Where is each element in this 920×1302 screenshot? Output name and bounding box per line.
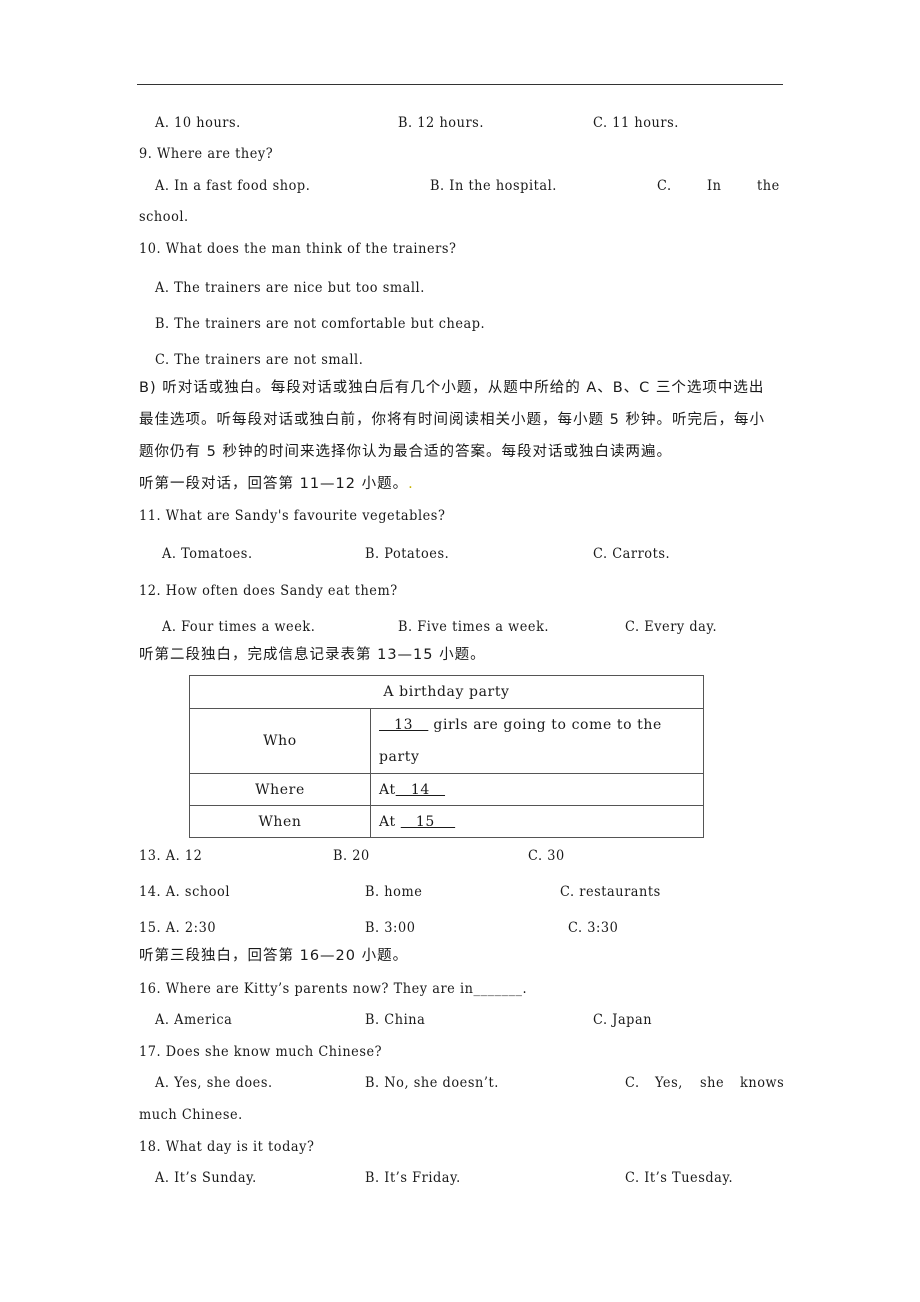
q9-option-c-word: In	[707, 178, 722, 194]
q12-option-a: A. Four times a week.	[162, 619, 316, 635]
q18-option-b: B. It’s Friday.	[365, 1170, 461, 1186]
section-b-instruction-line2: 最佳选项。听每段对话或独白前，你将有时间阅读相关小题，每小题 5 秒钟。听完后，…	[139, 412, 765, 428]
q17-option-c-label: C.	[625, 1075, 640, 1091]
who-text-cont: party	[379, 749, 420, 765]
q10-option-a: A. The trainers are nice but too small.	[155, 280, 425, 296]
q10-option-c: C. The trainers are not small.	[155, 352, 364, 368]
q16-option-b: B. China	[365, 1012, 426, 1028]
q9-option-c-label: C.	[657, 178, 672, 194]
q18-option-a: A. It’s Sunday.	[155, 1170, 257, 1186]
q9-question: 9. Where are they?	[139, 146, 274, 162]
q13-option-c: C. 30	[528, 848, 565, 864]
q17-option-c-word: she	[700, 1075, 725, 1091]
q17-option-a: A. Yes, she does.	[155, 1075, 273, 1091]
q9-option-c-cont: school.	[139, 209, 189, 225]
blank-14[interactable]: 14	[396, 782, 445, 798]
q9-option-c-word: the	[757, 178, 780, 194]
where-prefix: At	[379, 781, 396, 798]
q15-option-a: 15. A. 2:30	[139, 920, 217, 936]
q12-question: 12. How often does Sandy eat them?	[139, 583, 398, 599]
q17-option-c-word: Yes,	[655, 1075, 683, 1091]
table-cell-where: At 14	[370, 773, 704, 806]
q15-option-c: C. 3:30	[568, 920, 619, 936]
q18-option-c: C. It’s Tuesday.	[625, 1170, 734, 1186]
who-text: girls are going to come to the	[428, 717, 662, 733]
section-b-instruction-line3: 题你仍有 5 秒钟的时间来选择你认为最合适的答案。每段对话或独白读两遍。	[139, 444, 672, 460]
q11-option-c: C. Carrots.	[593, 546, 671, 562]
header-rule	[137, 84, 783, 85]
table-cell-when: At 15	[370, 805, 704, 838]
q8-option-c: C. 11 hours.	[593, 115, 679, 131]
q12-option-c: C. Every day.	[625, 619, 718, 635]
q13-option-a: 13. A. 12	[139, 848, 203, 864]
q16-option-a: A. America	[155, 1012, 233, 1028]
part1-heading-text: 听第一段对话，回答第 11—12 小题。	[139, 476, 409, 492]
blank-15[interactable]: 15	[401, 814, 455, 830]
q17-option-c-word: knows	[740, 1075, 785, 1091]
part2-heading: 听第二段独白，完成信息记录表第 13—15 小题。	[139, 647, 486, 663]
info-record-table: A birthday party Who 13 girls are going …	[189, 675, 704, 838]
q14-option-c: C. restaurants	[560, 884, 661, 900]
table-row-label-where: Where	[189, 773, 371, 806]
q13-option-b: B. 20	[333, 848, 370, 864]
q17-option-b: B. No, she doesn’t.	[365, 1075, 499, 1091]
q16-option-c: C. Japan	[593, 1012, 653, 1028]
when-prefix: At	[379, 813, 401, 830]
q9-option-a: A. In a fast food shop.	[155, 178, 311, 194]
q14-option-b: B. home	[365, 884, 423, 900]
table-cell-who: 13 girls are going to come to the party	[370, 708, 704, 774]
part1-heading: 听第一段对话，回答第 11—12 小题。.	[139, 475, 414, 493]
table-row-label-when: When	[189, 805, 371, 838]
q14-option-a: 14. A. school	[139, 884, 230, 900]
q8-option-b: B. 12 hours.	[398, 115, 484, 131]
q11-option-a: A. Tomatoes.	[162, 546, 253, 562]
q8-option-a: A. 10 hours.	[155, 115, 241, 131]
part3-heading: 听第三段独白，回答第 16—20 小题。	[139, 948, 409, 964]
q17-question: 17. Does she know much Chinese?	[139, 1044, 383, 1060]
q11-question: 11. What are Sandy's favourite vegetable…	[139, 508, 446, 524]
q18-question: 18. What day is it today?	[139, 1139, 315, 1155]
q17-option-c-cont: much Chinese.	[139, 1107, 243, 1123]
q11-option-b: B. Potatoes.	[365, 546, 450, 562]
q10-option-b: B. The trainers are not comfortable but …	[155, 316, 486, 332]
section-b-instruction-line1: B) 听对话或独白。每段对话或独白后有几个小题，从题中所给的 A、B、C 三个选…	[139, 380, 765, 396]
q15-option-b: B. 3:00	[365, 920, 416, 936]
table-row-label-who: Who	[189, 708, 371, 774]
q16-question: 16. Where are Kitty’s parents now? They …	[139, 981, 528, 997]
q12-option-b: B. Five times a week.	[398, 619, 550, 635]
table-title: A birthday party	[189, 675, 704, 709]
blank-13[interactable]: 13	[379, 717, 428, 733]
q9-option-b: B. In the hospital.	[430, 178, 557, 194]
q10-question: 10. What does the man think of the train…	[139, 241, 457, 257]
marker-dot: .	[408, 476, 414, 492]
